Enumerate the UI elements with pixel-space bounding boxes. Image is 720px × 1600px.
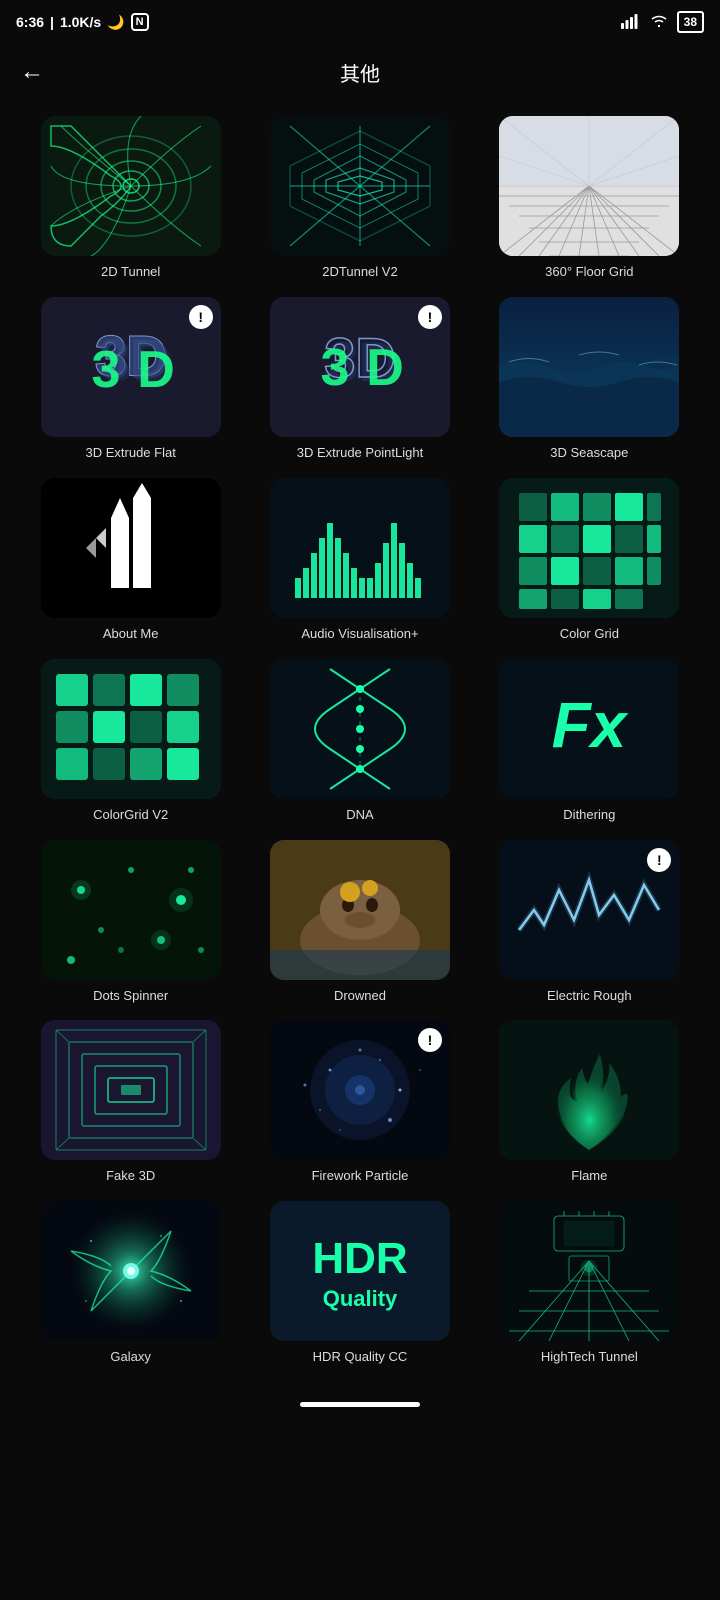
bottom-bar: [0, 1390, 720, 1419]
nfc-icon: N: [131, 13, 149, 31]
thumb-hightech: [499, 1201, 679, 1341]
svg-text:Fx: Fx: [552, 689, 629, 761]
label-hdr: HDR Quality CC: [313, 1349, 408, 1366]
signal-icon: [621, 13, 641, 32]
label-flame: Flame: [571, 1168, 607, 1185]
label-about-me: About Me: [103, 626, 159, 643]
grid-item-about-me[interactable]: About Me: [24, 478, 237, 643]
thumb-3d-extrude-flat: ! 3D 3D 3D 3D D 3: [41, 297, 221, 437]
label-3d-extrude-pl: 3D Extrude PointLight: [297, 445, 423, 462]
thumb-electric-rough: !: [499, 840, 679, 980]
thumb-about-me: [41, 478, 221, 618]
grid-item-flame[interactable]: Flame: [483, 1020, 696, 1185]
status-left: 6:36 | 1.0K/s 🌙 N: [16, 13, 149, 31]
grid-item-color-grid[interactable]: Color Grid: [483, 478, 696, 643]
thumb-dots-spinner: [41, 840, 221, 980]
grid-item-3d-seascape[interactable]: 3D Seascape: [483, 297, 696, 462]
label-dna: DNA: [346, 807, 373, 824]
grid-item-drowned[interactable]: Drowned: [253, 840, 466, 1005]
header: ← 其他: [0, 44, 720, 100]
grid-item-2d-tunnel[interactable]: 2D Tunnel: [24, 116, 237, 281]
grid-item-hightech[interactable]: HighTech Tunnel: [483, 1201, 696, 1366]
label-2dtunnel-v2: 2DTunnel V2: [322, 264, 397, 281]
thumb-galaxy: [41, 1201, 221, 1341]
moon-icon: 🌙: [107, 14, 124, 31]
grid-item-colorgrid-v2[interactable]: ColorGrid V2: [24, 659, 237, 824]
warning-badge-electric-rough: !: [647, 848, 671, 872]
warning-badge-3d-extrude-pl: !: [418, 305, 442, 329]
label-color-grid: Color Grid: [560, 626, 619, 643]
grid-item-hdr[interactable]: HDR Quality HDR Quality CC: [253, 1201, 466, 1366]
thumb-360floor: [499, 116, 679, 256]
thumb-dithering: Fx: [499, 659, 679, 799]
status-bar: 6:36 | 1.0K/s 🌙 N 38: [0, 0, 720, 44]
label-dithering: Dithering: [563, 807, 615, 824]
grid-item-firework[interactable]: ! Firework Particle: [253, 1020, 466, 1185]
label-3d-seascape: 3D Seascape: [550, 445, 628, 462]
thumb-2d-tunnel: [41, 116, 221, 256]
svg-text:D: D: [137, 341, 175, 399]
label-fake3d: Fake 3D: [106, 1168, 155, 1185]
grid-item-2dtunnel-v2[interactable]: 2DTunnel V2: [253, 116, 466, 281]
svg-text:D: D: [366, 339, 404, 397]
grid-item-dots-spinner[interactable]: Dots Spinner: [24, 840, 237, 1005]
network-speed-value: 1.0K/s: [60, 14, 101, 30]
thumb-2dtunnel-v2: [270, 116, 450, 256]
svg-text:3: 3: [321, 339, 350, 397]
label-colorgrid-v2: ColorGrid V2: [93, 807, 168, 824]
label-audio-vis: Audio Visualisation+: [301, 626, 418, 643]
grid-item-3d-extrude-flat[interactable]: ! 3D 3D 3D 3D D 3 3D Extrude Flat: [24, 297, 237, 462]
thumb-fake3d: [41, 1020, 221, 1160]
thumb-color-grid: [499, 478, 679, 618]
thumb-3d-seascape: [499, 297, 679, 437]
thumb-firework: !: [270, 1020, 450, 1160]
status-right: 38: [621, 11, 704, 33]
wifi-icon: [649, 13, 669, 32]
grid-item-3d-extrude-pl[interactable]: ! 3D 3D D 3 3D Extrude PointLight: [253, 297, 466, 462]
page-title: 其他: [340, 58, 380, 87]
label-3d-extrude-flat: 3D Extrude Flat: [86, 445, 176, 462]
grid-item-dna[interactable]: DNA: [253, 659, 466, 824]
network-speed: |: [50, 14, 54, 30]
thumb-audio-vis: [270, 478, 450, 618]
battery-icon: 38: [677, 11, 704, 33]
svg-text:Quality: Quality: [323, 1286, 398, 1311]
svg-text:HDR: HDR: [312, 1234, 407, 1283]
label-electric-rough: Electric Rough: [547, 988, 632, 1005]
svg-text:3: 3: [91, 341, 120, 399]
grid-item-galaxy[interactable]: Galaxy: [24, 1201, 237, 1366]
thumb-drowned: [270, 840, 450, 980]
label-2d-tunnel: 2D Tunnel: [101, 264, 160, 281]
grid-item-360floor[interactable]: 360° Floor Grid: [483, 116, 696, 281]
grid-item-electric-rough[interactable]: ! Electric Rough: [483, 840, 696, 1005]
grid-item-dithering[interactable]: Fx Dithering: [483, 659, 696, 824]
home-indicator[interactable]: [300, 1402, 420, 1407]
label-360floor: 360° Floor Grid: [545, 264, 633, 281]
thumb-dna: [270, 659, 450, 799]
thumb-3d-extrude-pl: ! 3D 3D D 3: [270, 297, 450, 437]
label-drowned: Drowned: [334, 988, 386, 1005]
thumb-flame: [499, 1020, 679, 1160]
grid-item-audio-vis[interactable]: Audio Visualisation+: [253, 478, 466, 643]
label-galaxy: Galaxy: [110, 1349, 150, 1366]
label-dots-spinner: Dots Spinner: [93, 988, 168, 1005]
thumb-colorgrid-v2: [41, 659, 221, 799]
time: 6:36: [16, 14, 44, 30]
app-grid: 2D Tunnel: [0, 100, 720, 1382]
label-firework: Firework Particle: [312, 1168, 409, 1185]
thumb-hdr: HDR Quality: [270, 1201, 450, 1341]
grid-item-fake3d[interactable]: Fake 3D: [24, 1020, 237, 1185]
warning-badge-3d-extrude-flat: !: [189, 305, 213, 329]
back-button[interactable]: ←: [20, 58, 44, 86]
label-hightech: HighTech Tunnel: [541, 1349, 638, 1366]
